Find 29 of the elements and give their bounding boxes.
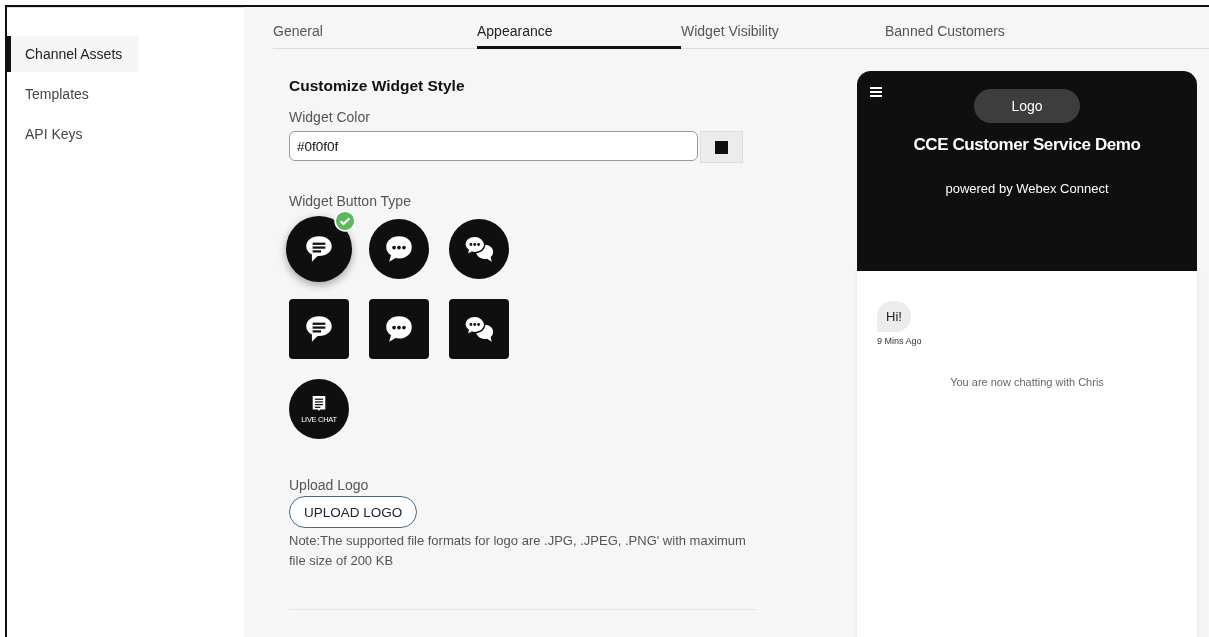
round-chat-button[interactable] bbox=[449, 219, 509, 279]
preview-subtitle: powered by Webex Connect bbox=[945, 181, 1109, 196]
round-chat-button[interactable] bbox=[286, 216, 352, 282]
upload-logo-button[interactable]: UPLOAD LOGO bbox=[289, 496, 418, 528]
chat-bubble: Hi! bbox=[877, 301, 911, 332]
message-time: 9 Mins Ago bbox=[877, 336, 923, 346]
field-label: Widget Button Type bbox=[289, 193, 412, 209]
tab[interactable]: General bbox=[273, 7, 477, 49]
round-chat-button[interactable] bbox=[369, 219, 429, 279]
note-text: Note:The supported file formats for logo are .JPG, .JPEG, .PNG' with maximum file size of 200 KB bbox=[289, 532, 747, 570]
check-badge-icon bbox=[334, 210, 356, 232]
color-picker-button[interactable] bbox=[700, 131, 743, 163]
tab[interactable]: Banned Customers bbox=[885, 7, 1089, 49]
color-input-field[interactable]: #0f0f0f bbox=[289, 131, 698, 161]
square-chat-button[interactable] bbox=[369, 299, 429, 359]
tab[interactable]: Appearance bbox=[477, 7, 681, 49]
preview-title: CCE Customer Service Demo bbox=[913, 135, 1141, 155]
sidebar-item[interactable]: API Keys bbox=[7, 116, 139, 152]
sidebar-item[interactable]: Templates bbox=[7, 76, 139, 112]
field-label: Upload Logo bbox=[289, 477, 370, 493]
logo-field: Logo bbox=[974, 89, 1080, 123]
field-label: Widget Color bbox=[289, 109, 371, 125]
chat-status: You are now chatting with Chris bbox=[949, 376, 1105, 388]
square-chat-button[interactable] bbox=[449, 299, 509, 359]
section-title: Customize Widget Style bbox=[289, 77, 466, 95]
sidebar-item[interactable]: Channel Assets bbox=[7, 36, 139, 72]
tab[interactable]: Widget Visibility bbox=[681, 7, 885, 49]
square-chat-button[interactable] bbox=[289, 299, 349, 359]
menu-icon[interactable] bbox=[870, 87, 882, 97]
